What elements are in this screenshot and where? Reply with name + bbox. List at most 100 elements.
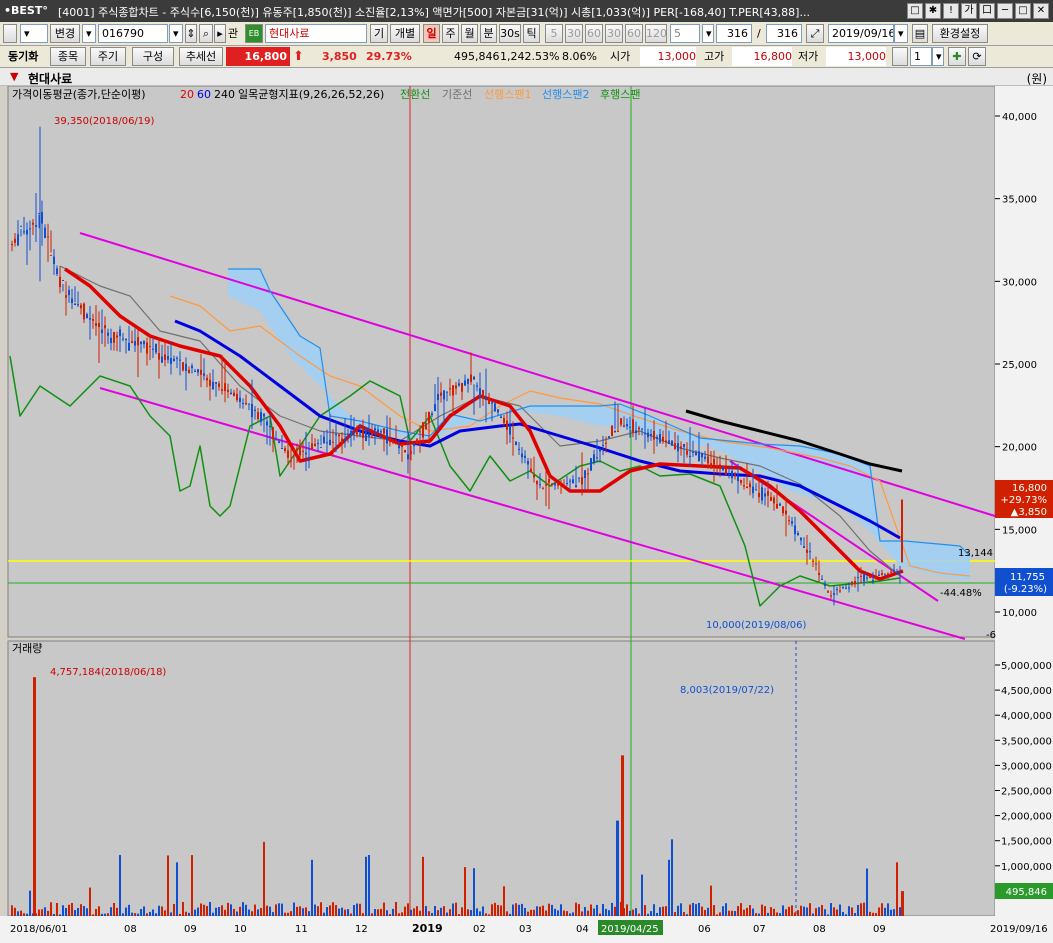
settings-button[interactable]: 환경설정 bbox=[932, 24, 988, 43]
candle-body bbox=[563, 484, 565, 486]
candle-body bbox=[683, 443, 685, 448]
volume-bar bbox=[899, 907, 901, 916]
gi-button[interactable]: 기 bbox=[370, 24, 388, 43]
interval-input[interactable]: 5 bbox=[670, 24, 700, 43]
refresh-icon[interactable]: ⟳ bbox=[968, 47, 986, 66]
volume-bar bbox=[134, 913, 136, 916]
volume-bar bbox=[722, 906, 724, 916]
candle-body bbox=[71, 298, 73, 304]
compose-button[interactable]: 구성 bbox=[132, 47, 174, 66]
volume-bar bbox=[842, 912, 844, 916]
volume-bar bbox=[860, 903, 862, 916]
minimize-button[interactable]: ─ bbox=[997, 3, 1013, 19]
candle-body bbox=[74, 303, 76, 306]
period-button[interactable]: 주기 bbox=[90, 47, 126, 66]
individual-button[interactable]: 개별 bbox=[390, 24, 420, 43]
volume-bar bbox=[263, 841, 265, 916]
add-indicator-icon[interactable]: ✚ bbox=[948, 47, 966, 66]
volume-bar bbox=[266, 905, 268, 916]
stock-name-field[interactable]: 현대사료 bbox=[265, 24, 367, 43]
period-day-button[interactable]: 일 bbox=[423, 24, 440, 43]
period-week-button[interactable]: 주 bbox=[442, 24, 459, 43]
volume-bar bbox=[329, 905, 331, 916]
count-input-b[interactable]: 316 bbox=[766, 24, 802, 43]
date-dropdown-icon[interactable]: ▾ bbox=[894, 24, 908, 43]
layout-dropdown-icon[interactable]: ▾ bbox=[932, 47, 944, 66]
trendline-button[interactable]: 추세선 bbox=[179, 47, 223, 66]
volume-bar bbox=[182, 902, 184, 916]
search-icon[interactable]: ⌕ bbox=[199, 24, 213, 43]
volume-bar bbox=[803, 906, 805, 916]
alert-icon[interactable]: ! bbox=[943, 3, 959, 19]
candle-body bbox=[434, 404, 436, 412]
volume-bar bbox=[200, 903, 202, 916]
font-size-icon[interactable]: 가 bbox=[961, 3, 977, 19]
close-button[interactable]: ✕ bbox=[1033, 3, 1049, 19]
volume-bar bbox=[647, 913, 649, 916]
stock-button[interactable]: 종목 bbox=[50, 47, 86, 66]
candle-body bbox=[134, 341, 136, 346]
chart-type-icon[interactable]: ⤢ bbox=[806, 24, 824, 43]
candle-body bbox=[689, 455, 691, 458]
period-month-button[interactable]: 월 bbox=[461, 24, 478, 43]
candle-body bbox=[362, 429, 364, 439]
volume-bar bbox=[452, 903, 454, 916]
pin-icon[interactable]: ✱ bbox=[925, 3, 941, 19]
checkbox-icon[interactable] bbox=[3, 24, 17, 43]
candle-body bbox=[437, 394, 439, 401]
volume-bar bbox=[794, 912, 796, 916]
interval-60-button[interactable]: 60 bbox=[585, 24, 603, 43]
candle-body bbox=[458, 383, 460, 386]
candle-body bbox=[440, 392, 442, 396]
period-30s-button[interactable]: 30s bbox=[499, 24, 521, 43]
period-tick-button[interactable]: 틱 bbox=[523, 24, 540, 43]
volume-bar bbox=[221, 905, 223, 916]
interval-30-button[interactable]: 30 bbox=[565, 24, 583, 43]
current-price-box-value: 16,800 bbox=[1012, 483, 1047, 494]
candle-body bbox=[491, 402, 493, 404]
price-tick-label: 15,000 bbox=[1002, 525, 1037, 536]
candle-body bbox=[842, 587, 844, 589]
candle-body bbox=[314, 443, 316, 447]
candle-body bbox=[353, 431, 355, 434]
window-button-icon[interactable]: □ bbox=[907, 3, 923, 19]
volume-bar bbox=[569, 913, 571, 916]
candle-body bbox=[320, 446, 322, 448]
candle-body bbox=[740, 479, 742, 483]
code-list-dropdown-icon[interactable]: ▾ bbox=[169, 24, 183, 43]
interval-60b-button[interactable]: 60 bbox=[625, 24, 643, 43]
volume-plot-bg bbox=[7, 640, 996, 917]
candle-body bbox=[620, 418, 622, 425]
maximize-button[interactable]: □ bbox=[1015, 3, 1031, 19]
sync-label[interactable]: 동기화 bbox=[8, 47, 38, 66]
layout-count-input[interactable]: 1 bbox=[910, 47, 932, 66]
period-minute-button[interactable]: 분 bbox=[480, 24, 497, 43]
layout-icon[interactable]: 口 bbox=[979, 3, 995, 19]
interval-120-button[interactable]: 120 bbox=[645, 24, 667, 43]
volume-bar bbox=[218, 907, 220, 916]
save-icon[interactable]: ▤ bbox=[912, 24, 928, 43]
interval-5-button[interactable]: 5 bbox=[545, 24, 563, 43]
chart-area[interactable]: 40,000 35,000 30,000 25,000 20,000 15,000 10,0… bbox=[0, 85, 1053, 943]
dropdown-icon[interactable]: ▾ bbox=[20, 24, 48, 43]
count-input-a[interactable]: 316 bbox=[716, 24, 752, 43]
candle-body bbox=[29, 228, 31, 230]
spinner-icon[interactable]: ⇕ bbox=[185, 24, 197, 43]
turnover-pct: 8.06% bbox=[562, 50, 597, 63]
candle-body bbox=[500, 416, 502, 419]
gwan-label[interactable]: 관 bbox=[228, 24, 238, 43]
candle-body bbox=[101, 329, 103, 334]
code-dropdown-icon[interactable]: ▾ bbox=[82, 24, 96, 43]
interval-dropdown-icon[interactable]: ▾ bbox=[702, 24, 714, 43]
change-button[interactable]: 변경 bbox=[50, 24, 80, 43]
candle-body bbox=[656, 436, 658, 439]
volume-current-value: 495,846 bbox=[1006, 887, 1047, 898]
layout-checkbox-icon[interactable] bbox=[892, 47, 908, 66]
stock-code-input[interactable]: 016790 bbox=[98, 24, 168, 43]
interval-30b-button[interactable]: 30 bbox=[605, 24, 623, 43]
candle-body bbox=[98, 323, 100, 327]
candle-body bbox=[404, 449, 406, 453]
price-volume-chart[interactable]: 40,000 35,000 30,000 25,000 20,000 15,000 10,0… bbox=[0, 85, 1053, 943]
date-input[interactable]: 2019/09/16 bbox=[828, 24, 894, 43]
play-icon[interactable]: ▸ bbox=[214, 24, 226, 43]
